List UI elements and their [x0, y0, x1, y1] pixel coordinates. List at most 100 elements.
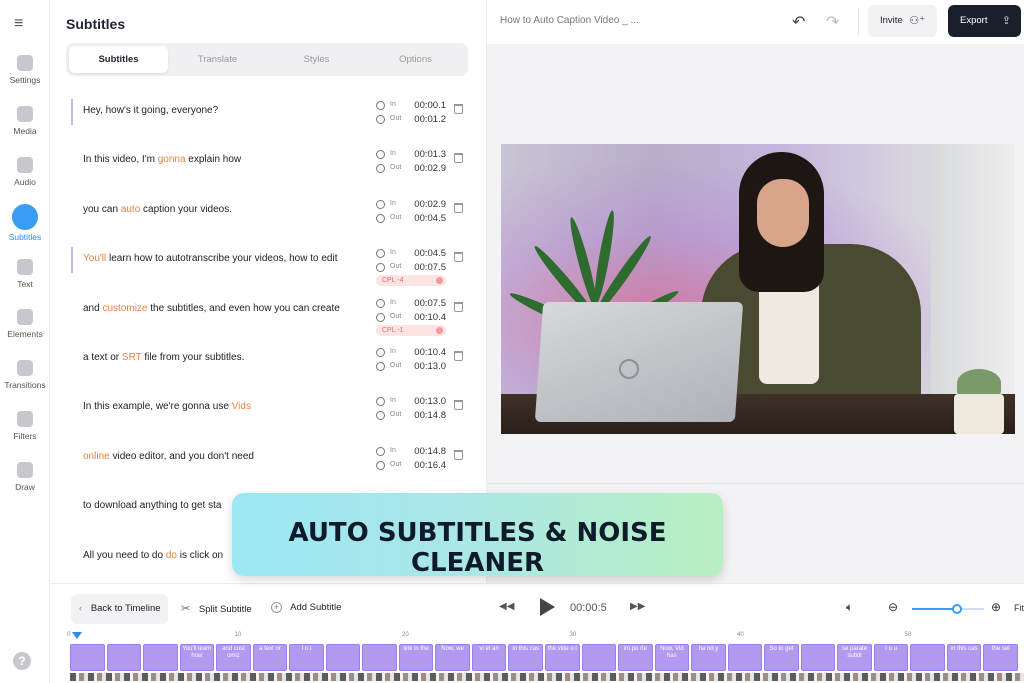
- tab-translate[interactable]: Translate: [168, 46, 267, 73]
- in-time[interactable]: 00:00.1: [414, 100, 446, 111]
- subtitle-clip[interactable]: You'll learn how: [179, 644, 215, 671]
- subtitle-clip[interactable]: Now, we: [435, 644, 470, 671]
- out-time[interactable]: 00:13.0: [414, 361, 446, 372]
- trash-icon[interactable]: [454, 449, 463, 460]
- subtitle-clip[interactable]: in this cas: [946, 644, 982, 671]
- add-subtitle-button[interactable]: + Add Subtitle: [271, 602, 341, 613]
- subtitle-clip[interactable]: vi et an: [471, 644, 507, 671]
- in-time[interactable]: 00:13.0: [414, 396, 446, 407]
- zoom-in-icon[interactable]: ⊕: [991, 600, 1001, 614]
- fit-button[interactable]: Fit: [1014, 603, 1024, 613]
- volume-icon[interactable]: 🔈︎: [846, 600, 853, 615]
- subtitle-clip[interactable]: the vide o l: [545, 644, 580, 671]
- hamburger-menu-icon[interactable]: ≡: [14, 15, 23, 33]
- subtitle-row[interactable]: online video editor, and you don't need I…: [70, 440, 470, 488]
- video-preview[interactable]: [501, 144, 1015, 434]
- subtitle-clip[interactable]: a text or: [252, 644, 288, 671]
- undo-icon[interactable]: ↶: [792, 12, 805, 32]
- sidebar-item-subtitles[interactable]: Subtitles: [0, 204, 50, 242]
- tab-options[interactable]: Options: [366, 46, 465, 73]
- out-time[interactable]: 00:14.8: [414, 410, 446, 421]
- export-button[interactable]: Export ⇪: [948, 5, 1021, 37]
- project-title[interactable]: How to Auto Caption Video _ ...: [500, 15, 639, 26]
- out-time[interactable]: 00:07.5: [414, 262, 446, 273]
- in-time[interactable]: 00:14.8: [414, 446, 446, 457]
- subtitle-text[interactable]: Hey, how's it going, everyone?: [83, 105, 218, 116]
- sidebar-item-draw[interactable]: Draw: [0, 462, 50, 492]
- out-time[interactable]: 00:16.4: [414, 460, 446, 471]
- redo-icon[interactable]: ↷: [826, 12, 839, 32]
- zoom-slider[interactable]: [912, 604, 984, 614]
- subtitle-clip[interactable]: [70, 644, 105, 671]
- subtitle-row[interactable]: You'll learn how to autotranscribe your …: [70, 242, 470, 290]
- trash-icon[interactable]: [454, 400, 463, 411]
- subtitle-text[interactable]: All you need to do do is click on: [83, 550, 223, 561]
- subtitle-clip[interactable]: I n t: [289, 644, 324, 671]
- split-subtitle-button[interactable]: ✂ Split Subtitle: [181, 602, 252, 615]
- out-time[interactable]: 00:02.9: [414, 163, 446, 174]
- subtitle-clip[interactable]: ha nd y: [691, 644, 726, 671]
- in-time[interactable]: 00:02.9: [414, 199, 446, 210]
- subtitle-row[interactable]: Hey, how's it going, everyone? In 00:00.1 O…: [70, 94, 470, 142]
- skip-forward-icon[interactable]: ▶▶: [630, 601, 645, 612]
- video-track[interactable]: [70, 673, 1024, 681]
- subtitle-row[interactable]: In this example, we're gonna use Vids In 0…: [70, 390, 470, 438]
- sidebar-item-transitions[interactable]: Transitions: [0, 360, 50, 390]
- subtitle-clip[interactable]: and cust omiz: [216, 644, 251, 671]
- trash-icon[interactable]: [454, 104, 463, 114]
- sidebar-item-audio[interactable]: Audio: [0, 157, 50, 187]
- subtitle-row[interactable]: and customize the subtitles, and even ho…: [70, 292, 470, 340]
- sidebar-item-settings[interactable]: Settings: [0, 55, 50, 85]
- subtitle-clip[interactable]: [325, 644, 361, 671]
- subtitle-clip[interactable]: So to get: [764, 644, 799, 671]
- trash-icon[interactable]: [454, 202, 463, 213]
- subtitle-clip[interactable]: [106, 644, 142, 671]
- subtitle-text[interactable]: In this video, I'm gonna explain how: [83, 154, 241, 165]
- subtitle-clip[interactable]: the sel: [983, 644, 1018, 671]
- subtitle-row[interactable]: you can auto caption your videos. In 00:02…: [70, 193, 470, 241]
- subtitle-text[interactable]: a text or SRT file from your subtitles.: [83, 352, 244, 363]
- trash-icon[interactable]: [454, 252, 463, 263]
- subtitle-clip[interactable]: se parate subtit: [837, 644, 872, 671]
- help-icon[interactable]: ?: [13, 652, 31, 670]
- subtitle-text[interactable]: In this example, we're gonna use Vids: [83, 401, 251, 412]
- subtitle-row[interactable]: In this video, I'm gonna explain how In 00…: [70, 143, 470, 191]
- back-to-timeline-button[interactable]: ‹ Back to Timeline: [71, 594, 168, 624]
- subtitle-clip[interactable]: [910, 644, 945, 671]
- zoom-slider-knob[interactable]: [951, 604, 962, 614]
- subtitle-text[interactable]: to download anything to get sta: [83, 500, 221, 511]
- subtitle-text[interactable]: You'll learn how to autotranscribe your …: [83, 253, 337, 264]
- sidebar-item-filters[interactable]: Filters: [0, 411, 50, 441]
- subtitle-clip[interactable]: Now, Vid has: [654, 644, 690, 671]
- zoom-out-icon[interactable]: ⊖: [888, 600, 898, 614]
- subtitle-clip[interactable]: I o u: [873, 644, 909, 671]
- in-time[interactable]: 00:01.3: [414, 149, 446, 160]
- subtitle-clip[interactable]: [362, 644, 397, 671]
- subtitle-clip[interactable]: im po rte: [618, 644, 653, 671]
- subtitle-text[interactable]: online video editor, and you don't need: [83, 451, 254, 462]
- invite-button[interactable]: Invite ⚇⁺: [868, 5, 937, 37]
- out-time[interactable]: 00:10.4: [414, 312, 446, 323]
- sidebar-item-text[interactable]: Text: [0, 259, 50, 289]
- sidebar-item-media[interactable]: Media: [0, 106, 50, 136]
- out-time[interactable]: 00:01.2: [414, 114, 446, 125]
- subtitle-clip[interactable]: [727, 644, 763, 671]
- tab-styles[interactable]: Styles: [267, 46, 366, 73]
- subtitle-row[interactable]: a text or SRT file from your subtitles. I…: [70, 341, 470, 389]
- subtitle-clip[interactable]: in this cas: [508, 644, 543, 671]
- sidebar-item-elements[interactable]: Elements: [0, 309, 50, 339]
- subtitle-clip[interactable]: [143, 644, 178, 671]
- timeline[interactable]: 0 10 20 30 40 50 You'll learn how and cust omi…: [50, 631, 1024, 683]
- subtitle-clip[interactable]: [581, 644, 617, 671]
- trash-icon[interactable]: [454, 153, 463, 164]
- skip-back-icon[interactable]: ◀◀: [499, 601, 514, 612]
- in-time[interactable]: 00:07.5: [414, 298, 446, 309]
- trash-icon[interactable]: [454, 351, 463, 361]
- subtitle-clip[interactable]: link in the: [398, 644, 434, 671]
- playhead-marker[interactable]: [72, 632, 82, 639]
- out-time[interactable]: 00:04.5: [414, 213, 446, 224]
- in-time[interactable]: 00:10.4: [414, 347, 446, 358]
- play-icon[interactable]: [540, 598, 555, 616]
- trash-icon[interactable]: [454, 301, 463, 312]
- subtitle-text[interactable]: you can auto caption your videos.: [83, 204, 232, 215]
